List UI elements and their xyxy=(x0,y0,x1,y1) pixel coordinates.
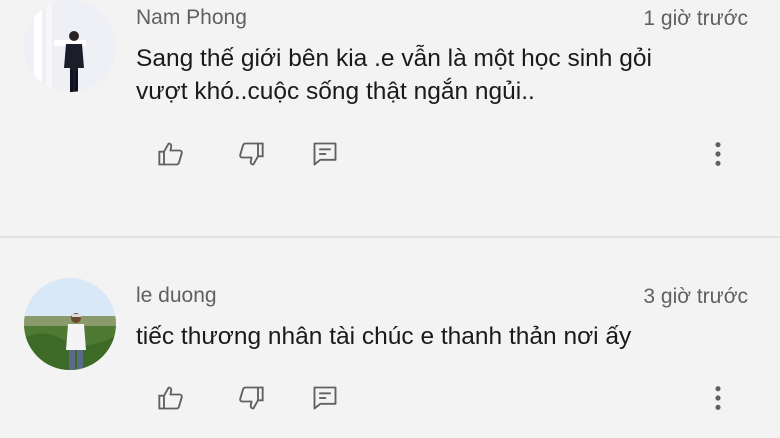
comment-author[interactable]: Nam Phong xyxy=(136,6,247,30)
comment-item: le duong 3 giờ trước tiếc thương nhân tà… xyxy=(0,238,780,438)
thumbs-down-icon xyxy=(239,142,264,166)
person-landscape-avatar-image xyxy=(24,278,116,370)
reply-button[interactable] xyxy=(311,384,339,412)
avatar[interactable] xyxy=(24,0,116,92)
comment-author[interactable]: le duong xyxy=(136,284,217,308)
reply-comment-icon xyxy=(313,386,337,410)
comment-item: Nam Phong 1 giờ trước Sang thế giới bên … xyxy=(0,0,780,236)
comment-text-line: Sang thế giới bên kia .e vẫn là một học … xyxy=(136,45,652,72)
dislike-button[interactable] xyxy=(237,384,265,412)
thumbs-down-icon xyxy=(239,386,264,410)
comment-text-line: tiếc thương nhân tài chúc e thanh thản n… xyxy=(136,323,632,350)
comments-screen: Nam Phong 1 giờ trước Sang thế giới bên … xyxy=(0,0,780,438)
dislike-button[interactable] xyxy=(237,140,265,168)
comment-actions xyxy=(0,134,780,174)
like-button[interactable] xyxy=(157,140,185,168)
more-vertical-icon xyxy=(715,142,721,166)
like-button[interactable] xyxy=(157,384,185,412)
more-vertical-icon xyxy=(715,386,721,410)
thumbs-up-icon xyxy=(158,386,183,410)
more-options-button[interactable] xyxy=(704,384,732,412)
comment-text-line: vượt khó..cuộc sống thật ngắn ngủi.. xyxy=(136,78,535,105)
reply-button[interactable] xyxy=(311,140,339,168)
thumbs-up-icon xyxy=(158,142,183,166)
avatar[interactable] xyxy=(24,278,116,370)
comment-timestamp: 3 giờ trước xyxy=(643,285,748,308)
person-photo-avatar-image xyxy=(24,0,116,92)
comment-text: Sang thế giới bên kia .e vẫn là một học … xyxy=(136,42,736,108)
comment-actions xyxy=(0,378,780,418)
comment-text: tiếc thương nhân tài chúc e thanh thản n… xyxy=(136,320,736,353)
comment-timestamp: 1 giờ trước xyxy=(643,7,748,30)
more-options-button[interactable] xyxy=(704,140,732,168)
reply-comment-icon xyxy=(313,142,337,166)
